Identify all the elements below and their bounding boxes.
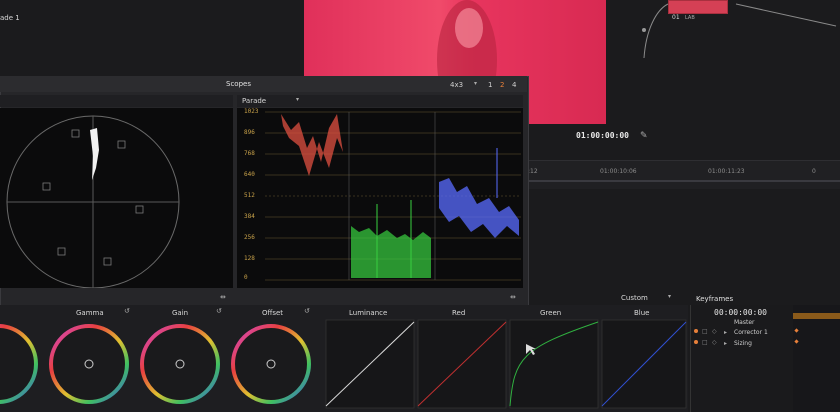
diamond-icon[interactable]: ◇: [712, 328, 717, 335]
color-wheels[interactable]: [0, 318, 320, 412]
expand-arrow-icon[interactable]: ▸: [724, 329, 727, 336]
kf-row-master[interactable]: Master: [734, 319, 755, 326]
eyedropper-icon[interactable]: ✎: [640, 131, 648, 141]
lock-icon[interactable]: □: [702, 339, 708, 346]
scopes-page-4[interactable]: 4: [512, 81, 516, 89]
parade-y-label: 0: [244, 274, 248, 281]
parade-y-label: 128: [244, 255, 255, 262]
parade-y-label: 256: [244, 234, 255, 241]
lock-icon[interactable]: □: [702, 328, 708, 335]
reset-icon[interactable]: ↺: [124, 307, 130, 315]
wheel-label-gain: Gain: [172, 309, 189, 317]
curve-label-blue: Blue: [634, 309, 650, 317]
chevron-down-icon: ▾: [296, 96, 300, 103]
keyframe-playhead[interactable]: [793, 313, 840, 319]
scopes-layout-select[interactable]: 4x3: [450, 81, 463, 89]
wheel-label-offset: Offset: [262, 309, 284, 317]
timeline-tick: 0: [812, 168, 816, 175]
parade-y-label: 1023: [244, 108, 259, 115]
parade-select[interactable]: Parade: [242, 97, 266, 105]
parade-y-label: 768: [244, 150, 255, 157]
chevron-down-icon: ▾: [668, 293, 672, 300]
keyframe-dot-icon[interactable]: [694, 329, 698, 333]
reset-icon[interactable]: ↺: [304, 307, 310, 315]
node-connector: [642, 3, 837, 59]
timeline-tick: :12: [528, 168, 538, 175]
kf-row-sizing[interactable]: Sizing: [734, 340, 752, 347]
parade-scope: [237, 108, 523, 288]
parade-y-label: 384: [244, 213, 255, 220]
scopes-page-1[interactable]: 1: [488, 81, 492, 89]
keyframes-track[interactable]: [793, 305, 840, 412]
expand-icon[interactable]: ⇹: [510, 293, 516, 301]
keyframes-timecode: 00:00:00:00: [714, 308, 767, 317]
curve-label-luminance: Luminance: [349, 309, 388, 317]
gamma-wheel: [49, 324, 129, 404]
expand-arrow-icon[interactable]: ▸: [724, 340, 727, 347]
reset-icon[interactable]: ↺: [216, 307, 222, 315]
timeline-ruler[interactable]: [528, 160, 840, 189]
timeline-track: [528, 180, 840, 182]
node-label: ade 1: [0, 14, 20, 22]
curve-label-green: Green: [540, 309, 562, 317]
curves-mode-select[interactable]: Custom: [621, 294, 648, 302]
parade-y-label: 640: [244, 171, 255, 178]
viewer-timecode: 01:00:00:00: [576, 131, 629, 140]
chevron-down-icon: ▾: [474, 80, 478, 87]
timeline-tick: 01:00:11:23: [708, 168, 745, 175]
curve-label-red: Red: [452, 309, 466, 317]
wheel-label-gamma: Gamma: [76, 309, 104, 317]
parade-y-label: 512: [244, 192, 255, 199]
kf-row-corrector[interactable]: Corrector 1: [734, 329, 768, 336]
keyframes-title: Keyframes: [696, 295, 734, 303]
timeline-tick: 01:00:10:06: [600, 168, 637, 175]
curves-graph[interactable]: [322, 318, 688, 410]
gain-wheel: [140, 324, 220, 404]
scopes-titlebar[interactable]: [0, 76, 527, 92]
vectorscope-header[interactable]: [0, 95, 233, 107]
scopes-page-2[interactable]: 2: [500, 81, 504, 89]
scopes-title: Scopes: [226, 80, 251, 88]
vectorscope: [0, 108, 233, 289]
expand-icon[interactable]: ⇹: [220, 293, 226, 301]
diamond-icon[interactable]: ◇: [712, 339, 717, 346]
offset-wheel: [231, 324, 311, 404]
parade-y-label: 896: [244, 129, 255, 136]
parade-header[interactable]: [237, 95, 523, 107]
keyframe-dot-icon[interactable]: [694, 340, 698, 344]
